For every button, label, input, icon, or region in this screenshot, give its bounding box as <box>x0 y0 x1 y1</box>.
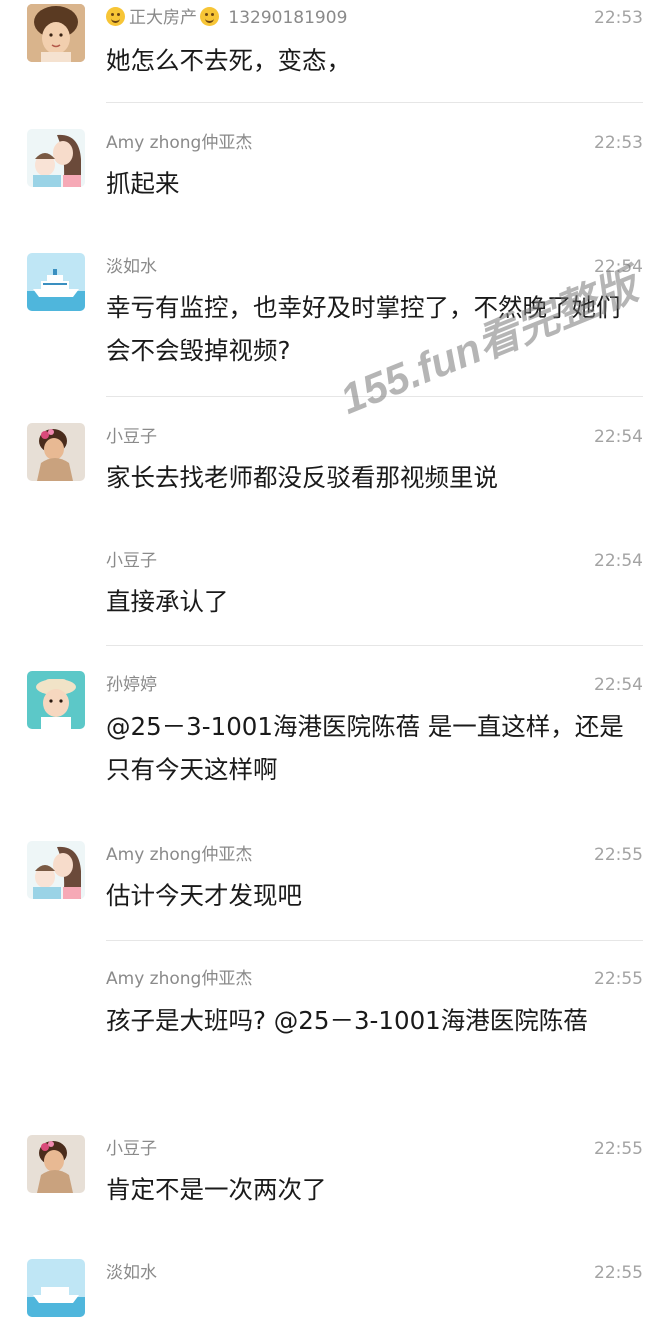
avatar[interactable] <box>27 4 85 62</box>
avatar[interactable] <box>27 423 85 481</box>
message-text: 幸亏有监控，也幸好及时掌控了，不然晚了她们会不会毁掉视频? <box>106 293 621 365</box>
smile-emoji-icon <box>106 7 125 26</box>
mother-child-illustration-avatar-image <box>27 129 85 187</box>
cruise-ship-illustration-avatar-image <box>27 1259 85 1317</box>
message-text: 估计今天才发现吧 <box>106 881 302 910</box>
message-text: 她怎么不去死，变态， <box>106 46 351 75</box>
message-time: 22:55 <box>594 1139 643 1159</box>
sender-name: 淡如水 <box>106 1263 157 1283</box>
message-time: 22:53 <box>594 8 643 28</box>
sender-name: Amy zhong仲亚杰 <box>106 969 253 989</box>
avatar[interactable] <box>27 1135 85 1193</box>
girl-flower-photo-avatar-image <box>27 1135 85 1193</box>
sender-name: Amy zhong仲亚杰 <box>106 133 253 153</box>
message-text: 肯定不是一次两次了 <box>106 1175 327 1204</box>
message-time: 22:53 <box>594 133 643 153</box>
child-hat-photo-avatar-image <box>27 671 85 729</box>
message-time: 22:54 <box>594 427 643 447</box>
avatar[interactable] <box>27 253 85 311</box>
message-time: 22:54 <box>594 551 643 571</box>
avatar[interactable] <box>27 841 85 899</box>
girl-flower-photo-avatar-image <box>27 423 85 481</box>
message-time: 22:54 <box>594 675 643 695</box>
sender-name: 正大房产 13290181909 <box>106 7 347 29</box>
sender-name: 淡如水 <box>106 257 157 277</box>
message-text: 直接承认了 <box>106 587 229 616</box>
message-time: 22:55 <box>594 969 643 989</box>
sender-name: 孙婷婷 <box>106 675 157 695</box>
mother-child-illustration-avatar-image <box>27 841 85 899</box>
message-time: 22:55 <box>594 845 643 865</box>
message-text: 家长去找老师都没反驳看那视频里说 <box>106 463 498 492</box>
sender-name: 小豆子 <box>106 1139 157 1159</box>
cruise-ship-illustration-avatar-image <box>27 253 85 311</box>
message-time: 22:54 <box>594 257 643 277</box>
smile-emoji-icon <box>200 7 219 26</box>
girl-photo-avatar-image <box>27 4 85 62</box>
sender-name: 小豆子 <box>106 427 157 447</box>
divider <box>106 645 643 646</box>
message-text: 抓起来 <box>106 169 180 198</box>
message-text: 孩子是大班吗? @25－3-1001海港医院陈蓓 <box>106 1006 588 1035</box>
sender-name: 小豆子 <box>106 551 157 571</box>
divider <box>106 396 643 397</box>
avatar[interactable] <box>27 671 85 729</box>
divider <box>106 102 643 103</box>
message-time: 22:55 <box>594 1263 643 1283</box>
divider <box>106 940 643 941</box>
sender-name: Amy zhong仲亚杰 <box>106 845 253 865</box>
avatar[interactable] <box>27 129 85 187</box>
message-text: @25－3-1001海港医院陈蓓 是一直这样，还是只有今天这样啊 <box>106 712 624 784</box>
avatar[interactable] <box>27 1259 85 1317</box>
